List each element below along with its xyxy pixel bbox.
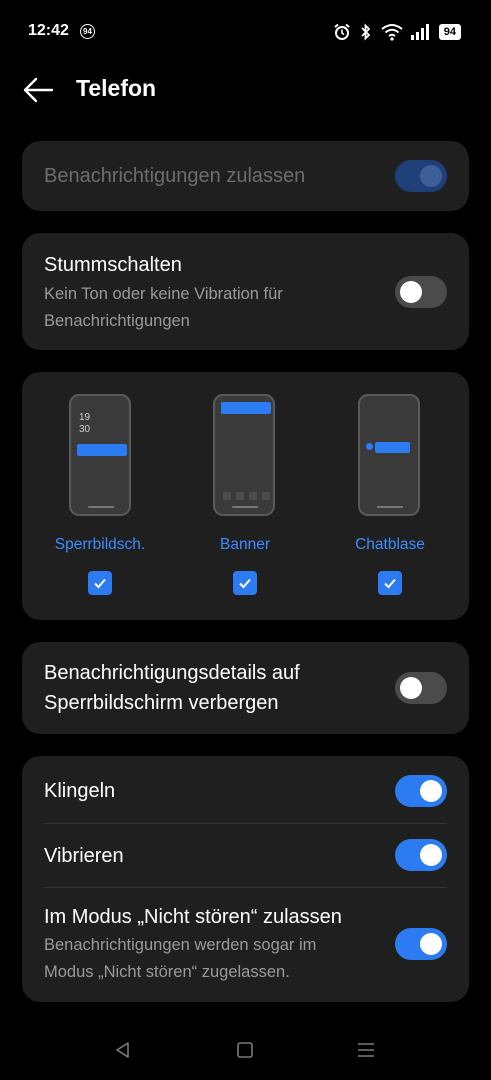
navigation-bar [0, 1030, 491, 1070]
dnd-title: Im Modus „Nicht stören“ zulassen [44, 906, 342, 928]
notification-count-badge: 94 [80, 24, 95, 39]
mute-subtitle-line2: Benachrichtigungen [44, 312, 190, 330]
notification-styles-card: 19 30 Sperrbildsch. Banner Chatblase [22, 372, 469, 620]
lockscreen-clock: 19 30 [79, 412, 90, 436]
nav-back-button[interactable] [113, 1040, 137, 1060]
dnd-subtitle-line2: Modus „Nicht stören“ zugelassen. [44, 963, 290, 981]
hide-details-title-line1: Benachrichtigungsdetails auf [44, 662, 300, 684]
allow-notifications-toggle[interactable] [395, 160, 447, 192]
battery-icon: 94 [438, 24, 461, 40]
home-square-icon [237, 1042, 253, 1058]
arrow-left-icon [23, 77, 54, 103]
lockscreen-preview[interactable]: 19 30 [69, 394, 131, 516]
chatbubble-checkbox[interactable] [378, 571, 402, 595]
recents-menu-icon [358, 1043, 374, 1057]
ring-label: Klingeln [44, 780, 116, 802]
vibrate-label: Vibrieren [44, 845, 124, 867]
lockscreen-clock-hours: 19 [79, 412, 91, 423]
hide-details-toggle[interactable] [395, 672, 447, 704]
mute-toggle[interactable] [395, 276, 447, 308]
hide-details-card[interactable]: Benachrichtigungsdetails auf Sperrbildsc… [22, 642, 469, 734]
sound-settings-card: Klingeln Vibrieren Im Modus „Nicht störe… [22, 756, 469, 1002]
dnd-subtitle-line1: Benachrichtigungen werden sogar im [44, 936, 317, 954]
checkmark-icon [239, 578, 251, 589]
wifi-icon [381, 24, 403, 41]
allow-notifications-label: Benachrichtigungen zulassen [44, 165, 306, 187]
allow-notifications-card: Benachrichtigungen zulassen [22, 141, 469, 211]
alarm-icon [334, 23, 350, 40]
mute-card[interactable]: Stummschalten Kein Ton oder keine Vibrat… [22, 233, 469, 350]
banner-checkbox[interactable] [233, 571, 257, 595]
back-triangle-icon [116, 1042, 129, 1058]
mute-title: Stummschalten [44, 254, 182, 276]
checkmark-icon [94, 578, 106, 589]
checkmark-icon [384, 578, 396, 589]
chatbubble-label: Chatblase [355, 536, 425, 553]
mute-subtitle-line1: Kein Ton oder keine Vibration für [44, 285, 283, 303]
hide-details-title-line2: Sperrbildschirm verbergen [44, 692, 279, 714]
lockscreen-checkbox[interactable] [88, 571, 112, 595]
nav-home-button[interactable] [235, 1040, 259, 1060]
back-button[interactable] [22, 76, 54, 104]
signal-icon [410, 24, 429, 40]
banner-label: Banner [220, 536, 270, 553]
nav-recents-button[interactable] [356, 1040, 380, 1060]
banner-preview[interactable] [213, 394, 275, 516]
chatbubble-preview[interactable] [358, 394, 420, 516]
status-time: 12:42 [28, 22, 69, 39]
bluetooth-icon [361, 23, 371, 41]
status-bar: 12:42 94 94 [0, 0, 491, 62]
ring-toggle[interactable] [395, 775, 447, 807]
vibrate-toggle[interactable] [395, 839, 447, 871]
app-header: Telefon [0, 62, 491, 118]
page-title: Telefon [76, 75, 157, 101]
dnd-toggle[interactable] [395, 928, 447, 960]
lockscreen-clock-minutes: 30 [79, 424, 91, 435]
lockscreen-label: Sperrbildsch. [54, 536, 146, 553]
